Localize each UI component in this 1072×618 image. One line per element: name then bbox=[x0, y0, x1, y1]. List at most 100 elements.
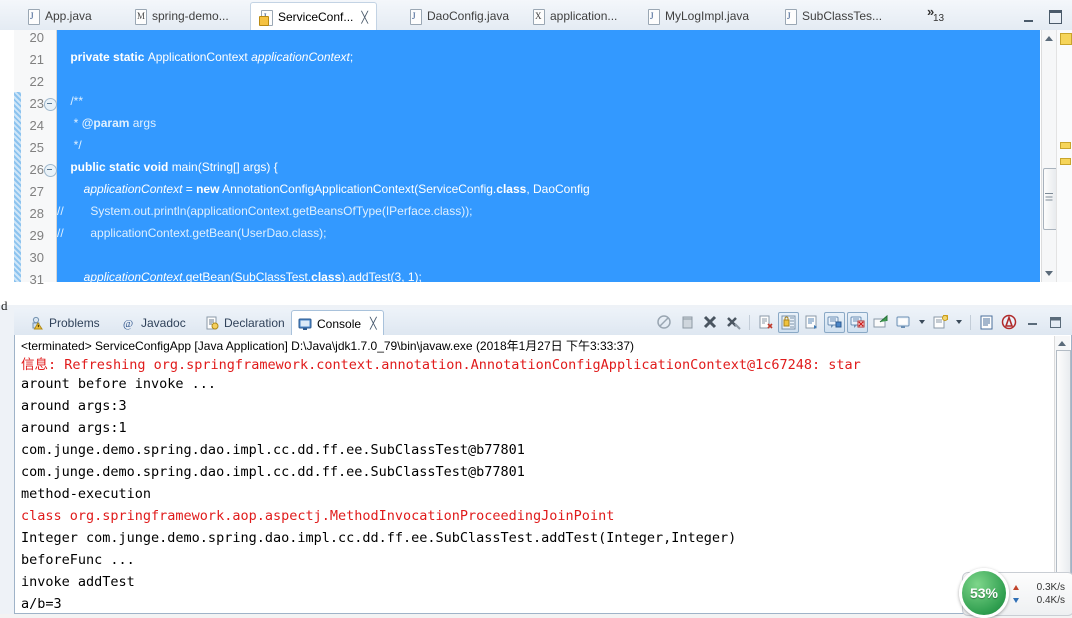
overview-ruler[interactable] bbox=[1056, 30, 1072, 282]
scroll-down-icon[interactable] bbox=[1045, 271, 1053, 276]
editor-tab-serviceconfig[interactable]: J ServiceConf... ╳ bbox=[250, 2, 377, 32]
network-speed-widget[interactable]: 53% 0.3K/s 0.4K/s bbox=[959, 568, 1072, 618]
console-line: class org.springframework.aop.aspectj.Me… bbox=[21, 508, 615, 524]
editor-tab-subclasstest[interactable]: J SubClassTes... bbox=[775, 3, 890, 29]
remove-launch-icon[interactable] bbox=[677, 312, 698, 333]
code-line-21: private static ApplicationContext applic… bbox=[57, 50, 354, 64]
line-number: 31 bbox=[29, 272, 44, 287]
java-file-icon: J bbox=[26, 8, 40, 25]
remove-all-terminated-icon[interactable] bbox=[700, 312, 721, 333]
editor-tab-label: application... bbox=[550, 9, 618, 23]
word-wrap-icon[interactable] bbox=[801, 312, 822, 333]
editor-tab-label: SubClassTes... bbox=[802, 9, 883, 23]
view-tab-problems[interactable]: Problems bbox=[24, 311, 106, 334]
show-console-on-error-icon[interactable] bbox=[847, 311, 868, 333]
code-line-25: */ bbox=[57, 138, 82, 152]
toolbar-separator bbox=[970, 314, 971, 330]
svg-text:@: @ bbox=[123, 318, 133, 330]
ruler-warning-summary-icon[interactable] bbox=[1060, 33, 1072, 45]
maximize-view-icon[interactable] bbox=[1045, 312, 1066, 333]
console-line: Integer com.junge.demo.spring.dao.impl.c… bbox=[21, 530, 737, 546]
line-number: 23 bbox=[29, 96, 44, 111]
view-tab-label: Javadoc bbox=[141, 315, 186, 330]
download-rate-row: 0.4K/s bbox=[1013, 594, 1065, 607]
java-file-icon: J bbox=[783, 8, 797, 25]
editor-tab-daoconfig[interactable]: J DaoConfig.java bbox=[400, 3, 517, 29]
selection-highlight bbox=[57, 30, 1040, 282]
terminate-all-icon[interactable] bbox=[654, 312, 675, 333]
code-line-24: * @param args bbox=[57, 116, 157, 130]
minimize-button[interactable] bbox=[1022, 9, 1036, 22]
line-number: 26 bbox=[29, 162, 44, 177]
console-line: com.junge.demo.spring.dao.impl.cc.dd.ff.… bbox=[21, 442, 525, 458]
editor-tab-label: MyLogImpl.java bbox=[665, 9, 750, 23]
download-arrow-icon bbox=[1013, 598, 1019, 603]
console-line: around args:1 bbox=[21, 420, 127, 436]
console-line: com.junge.demo.spring.dao.impl.cc.dd.ff.… bbox=[21, 464, 525, 480]
download-rate: 0.4K/s bbox=[1036, 595, 1065, 606]
view-tab-label: Declaration bbox=[224, 315, 285, 330]
code-line-31: applicationContext.getBean(SubClassTest.… bbox=[83, 270, 422, 282]
scrollbar-thumb[interactable] bbox=[1056, 350, 1071, 602]
error-log-icon[interactable] bbox=[999, 312, 1020, 333]
java-file-icon: J bbox=[646, 8, 660, 25]
maven-file-icon: M bbox=[133, 8, 147, 25]
upload-rate: 0.3K/s bbox=[1036, 582, 1065, 593]
open-console-icon[interactable] bbox=[755, 312, 776, 333]
tab-overflow-indicator[interactable]: » 13 bbox=[925, 4, 953, 28]
ruler-warning-marker[interactable] bbox=[1060, 158, 1071, 165]
console-output[interactable]: <terminated> ServiceConfigApp [Java Appl… bbox=[14, 335, 1072, 614]
upload-rate-row: 0.3K/s bbox=[1013, 581, 1065, 594]
editor-tab-label: spring-demo... bbox=[152, 9, 229, 23]
ruler-warning-marker[interactable] bbox=[1060, 142, 1071, 149]
javadoc-icon: @ bbox=[122, 316, 136, 330]
new-console-dropdown-icon[interactable] bbox=[956, 320, 962, 324]
editor-part: J App.java M spring-demo... J ServiceCon… bbox=[0, 0, 1072, 331]
code-line-27: applicationContext = new AnnotationConfi… bbox=[83, 182, 590, 196]
line-number: 25 bbox=[29, 140, 44, 155]
change-bar bbox=[14, 92, 21, 282]
display-selected-console-icon[interactable] bbox=[893, 312, 914, 333]
show-console-on-output-icon[interactable] bbox=[824, 311, 845, 333]
editor-tab-spring-demo[interactable]: M spring-demo... bbox=[125, 3, 237, 29]
close-icon[interactable]: ╳ bbox=[361, 11, 368, 24]
display-console-dropdown-icon[interactable] bbox=[919, 320, 925, 324]
view-tab-declaration[interactable]: Declaration bbox=[199, 311, 291, 334]
problems-icon bbox=[30, 316, 44, 330]
console-line: around args:3 bbox=[21, 398, 127, 414]
code-editor[interactable]: 20 21 22 23 24 25 26 27 28 29 30 31 priv bbox=[0, 30, 1072, 331]
pin-console-icon[interactable] bbox=[870, 312, 891, 333]
editor-tab-bar: J App.java M spring-demo... J ServiceCon… bbox=[0, 0, 1072, 32]
clear-console-icon[interactable] bbox=[723, 312, 744, 333]
java-file-warning-icon: J bbox=[259, 9, 273, 26]
close-icon[interactable]: ╳ bbox=[370, 317, 377, 330]
view-tab-label: Console bbox=[317, 316, 362, 331]
line-number: 27 bbox=[29, 184, 44, 199]
scroll-lock-icon[interactable] bbox=[778, 311, 799, 333]
editor-vertical-scrollbar[interactable] bbox=[1041, 30, 1058, 282]
line-number: 24 bbox=[29, 118, 44, 133]
network-gauge: 53% bbox=[959, 568, 1009, 618]
line-number: 28 bbox=[29, 206, 44, 221]
view-tab-bar: Problems @ Javadoc Declaration Console ╳ bbox=[14, 308, 1072, 337]
scroll-up-icon[interactable] bbox=[1045, 36, 1053, 41]
scroll-up-icon[interactable] bbox=[1058, 341, 1066, 346]
code-line-29: // applicationContext.getBean(UserDao.cl… bbox=[57, 226, 327, 240]
editor-tab-application-xml[interactable]: X application... bbox=[523, 3, 625, 29]
view-tab-javadoc[interactable]: @ Javadoc bbox=[116, 311, 192, 334]
editor-tab-label: DaoConfig.java bbox=[427, 9, 510, 23]
tab-overflow-count: 13 bbox=[933, 13, 945, 24]
declaration-icon bbox=[205, 316, 219, 330]
maximize-button[interactable] bbox=[1048, 9, 1062, 24]
view-tab-console[interactable]: Console ╳ bbox=[291, 310, 384, 337]
fold-collapse-icon[interactable] bbox=[44, 98, 57, 111]
console-launch-header: <terminated> ServiceConfigApp [Java Appl… bbox=[21, 339, 635, 353]
console-preferences-icon[interactable] bbox=[976, 312, 997, 333]
editor-tab-app-java[interactable]: J App.java bbox=[18, 3, 100, 29]
fold-collapse-icon[interactable] bbox=[44, 164, 57, 177]
minimize-view-icon[interactable] bbox=[1022, 312, 1043, 333]
open-new-console-icon[interactable] bbox=[930, 312, 951, 333]
console-line: arount before invoke ... bbox=[21, 376, 217, 392]
editor-tab-mylogimpl[interactable]: J MyLogImpl.java bbox=[638, 3, 757, 29]
code-text-area[interactable]: private static ApplicationContext applic… bbox=[57, 30, 1040, 282]
